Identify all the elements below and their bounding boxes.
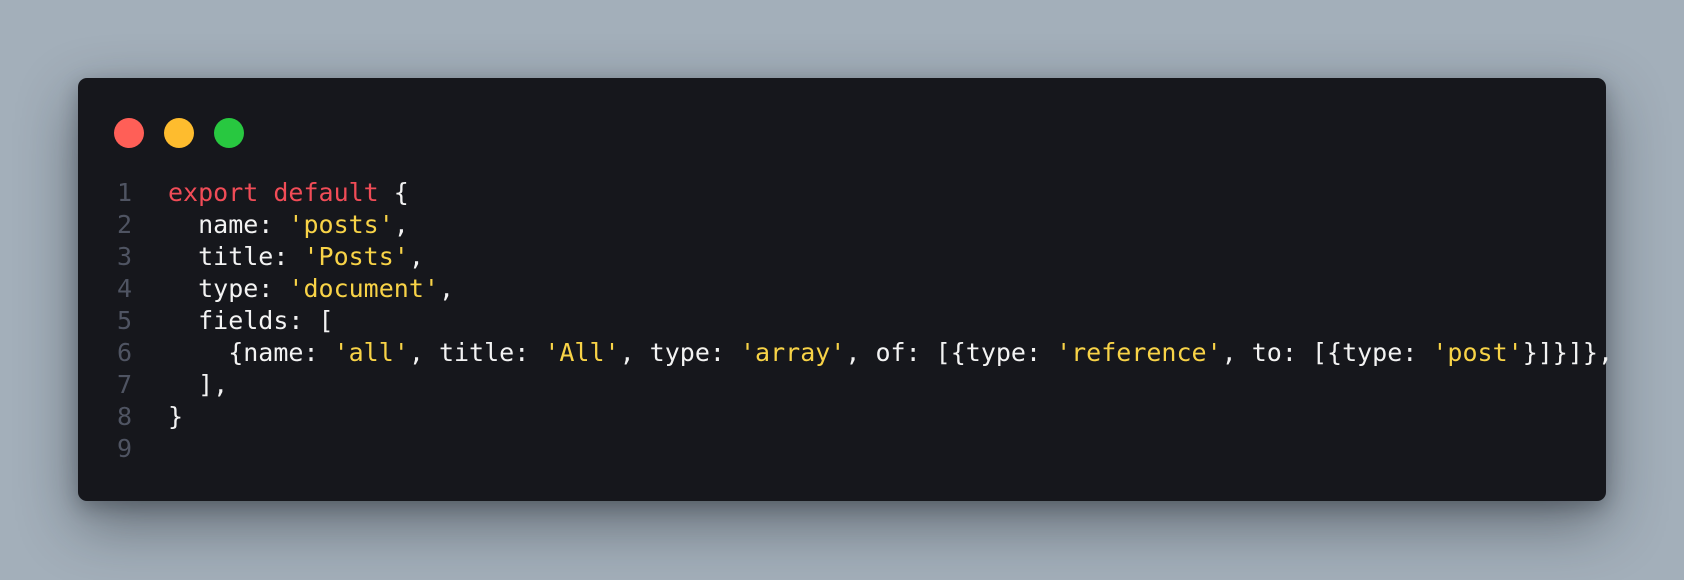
line-code: name: 'posts', [168, 209, 409, 241]
code-token-plain: name: [168, 210, 289, 239]
line-number: 3 [116, 242, 132, 271]
code-token-plain: ], [168, 370, 229, 399]
code-token-string: 'array' [740, 338, 846, 367]
code-window: 1 export default {2 name: 'posts', 3 title… [78, 78, 1613, 501]
code-token-plain: {name: [168, 338, 334, 367]
code-line: 3 title: 'Posts', [78, 241, 1606, 273]
code-token-plain: , [408, 242, 424, 271]
line-code: {name: 'all', title: 'All', type: 'array… [168, 337, 1613, 369]
code-line: 1 export default { [78, 177, 1606, 209]
line-number: 5 [116, 306, 132, 335]
code-line: 7 ], [78, 369, 1606, 401]
code-token-string: 'post' [1432, 338, 1523, 367]
code-line: 8} [78, 401, 1606, 433]
code-token-plain: , title: [408, 338, 545, 367]
code-token-string: 'posts' [288, 210, 394, 239]
minimize-button[interactable] [164, 118, 194, 148]
close-button[interactable] [114, 118, 144, 148]
line-code: ], [168, 369, 228, 401]
line-code: fields: [ [168, 305, 334, 337]
code-token-plain: } [168, 402, 184, 431]
code-token-plain: , type: [619, 338, 740, 367]
code-editor[interactable]: 1 export default {2 name: 'posts', 3 title… [78, 177, 1613, 465]
code-token-string: 'document' [288, 274, 439, 303]
line-number: 4 [116, 274, 132, 303]
code-token-plain: type: [168, 274, 289, 303]
code-token-string: 'reference' [1056, 338, 1222, 367]
line-number: 2 [116, 210, 132, 239]
code-line: 6 {name: 'all', title: 'All', type: 'arr… [78, 337, 1613, 369]
code-line: 2 name: 'posts', [78, 209, 1606, 241]
line-number: 8 [116, 402, 132, 431]
code-token-plain: , [393, 210, 409, 239]
code-line: 4 type: 'document', [78, 273, 1606, 305]
code-token-keyword: export default [168, 178, 379, 207]
code-line: 5 fields: [ [78, 305, 1606, 337]
code-token-plain: title: [168, 242, 304, 271]
line-code: title: 'Posts', [168, 241, 424, 273]
code-token-plain: fields: [ [168, 306, 334, 335]
line-code: } [168, 401, 183, 433]
code-line: 9 [78, 433, 1606, 465]
code-token-plain: , of: [{type: [845, 338, 1057, 367]
code-token-plain: , [438, 274, 454, 303]
maximize-button[interactable] [214, 118, 244, 148]
code-token-string: 'Posts' [303, 242, 409, 271]
code-token-string: 'All' [544, 338, 620, 367]
line-number: 6 [116, 338, 132, 367]
line-code: type: 'document', [168, 273, 454, 305]
code-token-plain: }]}]}, [1522, 338, 1613, 367]
window-controls [114, 118, 244, 148]
code-token-plain: { [378, 178, 409, 207]
code-token-string: 'all' [333, 338, 409, 367]
line-code: export default { [168, 177, 409, 209]
line-number: 9 [116, 434, 132, 463]
line-number: 1 [116, 178, 132, 207]
line-number: 7 [116, 370, 132, 399]
code-token-plain: , to: [{type: [1221, 338, 1433, 367]
